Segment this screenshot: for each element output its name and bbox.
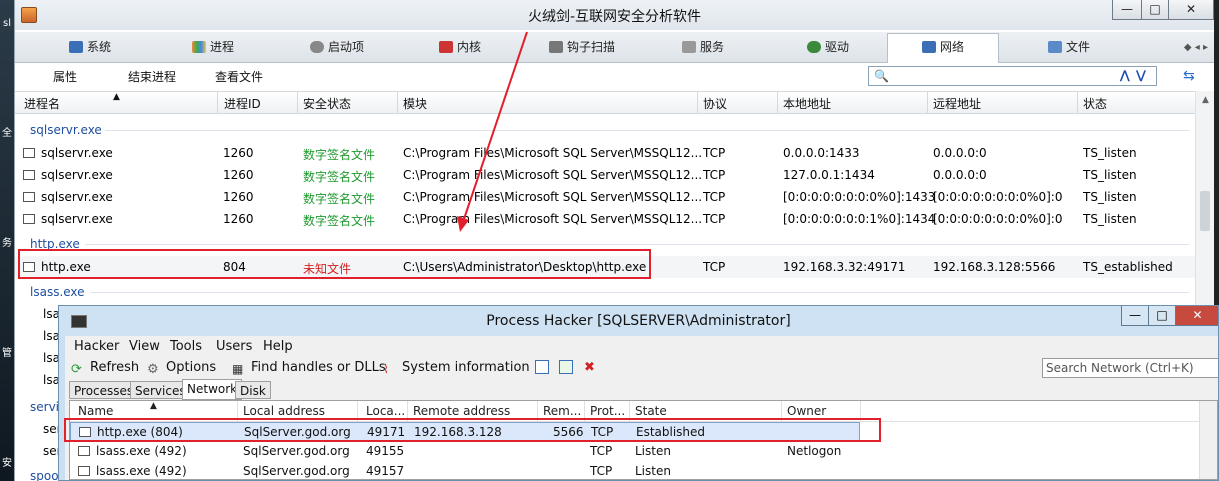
ph-titlebar[interactable]: Process Hacker [SQLSERVER\Administrator]… xyxy=(59,306,1218,336)
menu-tools[interactable]: Tools xyxy=(170,339,202,354)
options-button[interactable]: ⚙ Options xyxy=(147,360,216,377)
binoculars-icon: ▦ xyxy=(232,362,244,376)
name-cell: lsass.exe (492) xyxy=(78,444,187,458)
process-icon xyxy=(78,446,90,456)
col-owner[interactable]: Owner xyxy=(787,404,826,418)
local-port-cell: 49155 xyxy=(366,444,405,458)
refresh-icon: ⟳ xyxy=(71,362,82,377)
local-address-cell: SqlServer.god.org xyxy=(243,444,350,458)
menu-hacker[interactable]: Hacker xyxy=(74,339,119,354)
highlight-box-ph-http xyxy=(64,418,881,442)
ph-vertical-scrollbar[interactable] xyxy=(1199,401,1217,479)
terminate-x-icon[interactable]: ✖ xyxy=(584,360,595,375)
sort-ascending-icon: ▲ xyxy=(150,401,157,411)
table-row[interactable]: lsass.exe (492) SqlServer.god.org 49157 … xyxy=(70,462,860,480)
col-remote-address[interactable]: Remote address xyxy=(413,404,510,418)
system-information-button[interactable]: ⌇ System information xyxy=(383,360,530,376)
local-port-cell: 49157 xyxy=(366,464,405,478)
window-arrow-icon[interactable] xyxy=(559,360,578,376)
state-cell: Listen xyxy=(635,444,671,458)
tab-processes[interactable]: Processes xyxy=(69,381,139,399)
refresh-button[interactable]: ⟳ Refresh xyxy=(71,360,139,377)
protocol-cell: TCP xyxy=(590,444,613,458)
ph-window-title: Process Hacker [SQLSERVER\Administrator] xyxy=(486,313,791,329)
table-row[interactable]: lsass.exe (492) SqlServer.god.org 49155 … xyxy=(70,442,860,461)
protocol-cell: TCP xyxy=(590,464,613,478)
ph-maximize-button[interactable]: □ xyxy=(1148,306,1176,326)
menu-help[interactable]: Help xyxy=(263,339,293,354)
ph-client: Hacker View Tools Users Help ⟳ Refresh ⚙ O… xyxy=(65,336,1218,480)
chart-icon: ⌇ xyxy=(383,362,389,376)
tab-network[interactable]: Network xyxy=(182,379,243,400)
local-address-cell: SqlServer.god.org xyxy=(243,464,350,478)
network-search-input[interactable]: Search Network (Ctrl+K) xyxy=(1042,358,1218,378)
tab-disk[interactable]: Disk xyxy=(235,381,271,399)
find-handles-button[interactable]: ▦ Find handles or DLLs xyxy=(232,360,386,376)
menu-view[interactable]: View xyxy=(129,339,160,354)
window-icon[interactable] xyxy=(535,360,554,376)
name-cell: lsass.exe (492) xyxy=(78,464,187,478)
menu-users[interactable]: Users xyxy=(216,339,252,354)
col-name[interactable]: Name xyxy=(78,404,113,418)
owner-cell: Netlogon xyxy=(787,444,842,458)
col-remote-port[interactable]: Rem... xyxy=(543,404,581,418)
state-cell: Listen xyxy=(635,464,671,478)
col-local-address[interactable]: Local address xyxy=(243,404,325,418)
col-protocol[interactable]: Prot... xyxy=(590,404,625,418)
gear-icon: ⚙ xyxy=(147,362,159,377)
process-hacker-window: Process Hacker [SQLSERVER\Administrator]… xyxy=(58,305,1219,481)
ph-close-button[interactable]: ✕ xyxy=(1175,306,1218,326)
col-state[interactable]: State xyxy=(635,404,667,418)
ph-minimize-button[interactable]: — xyxy=(1121,306,1149,326)
process-icon xyxy=(78,466,90,476)
col-local-port[interactable]: Loca... xyxy=(366,404,405,418)
